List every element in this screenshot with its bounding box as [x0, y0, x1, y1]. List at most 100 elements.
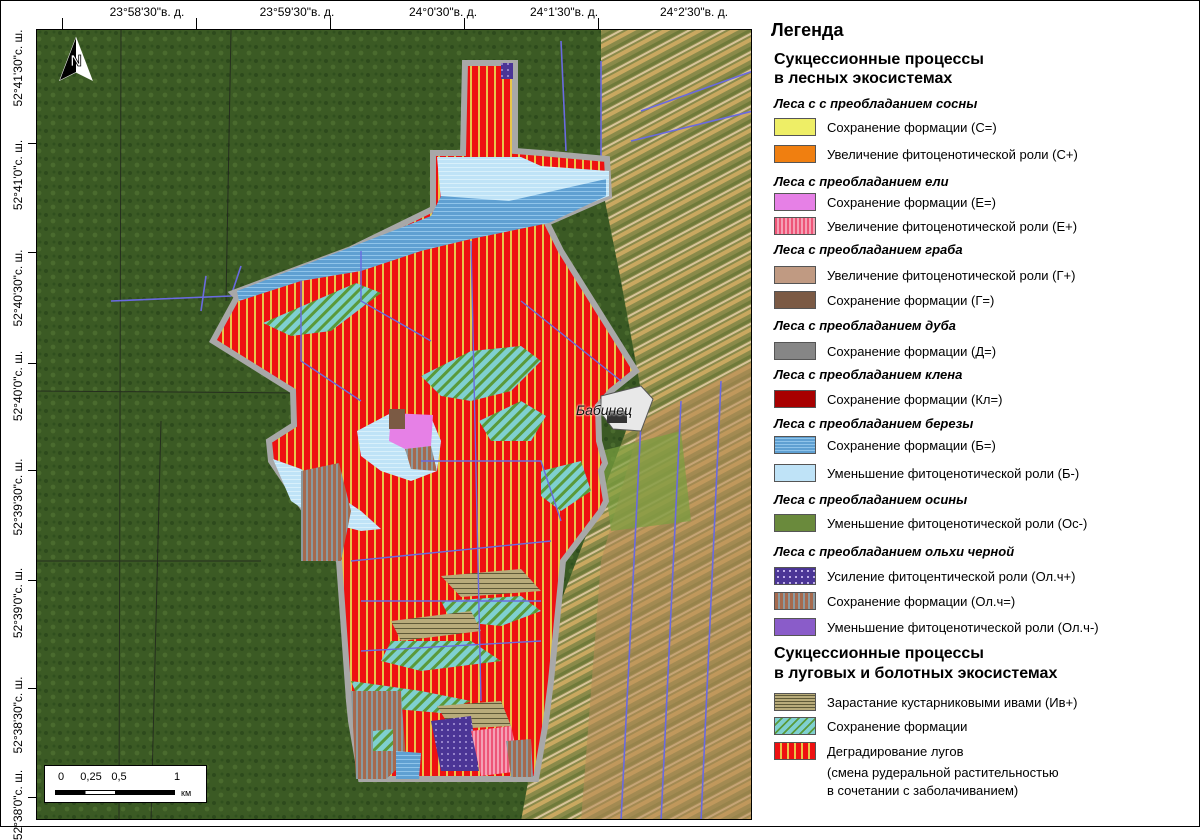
longitude-tick-label: 24°1'30"в. д.	[529, 5, 599, 19]
legend-item: Деградирование лугов	[774, 742, 1194, 764]
longitude-tick-label: 24°2'30"в. д.	[659, 5, 729, 19]
scale-bar-graphic	[55, 790, 175, 795]
legend-item-label: Сохранение формации (Ол.ч=)	[827, 594, 1016, 609]
longitude-tick-label: 23°58'30"в. д.	[109, 5, 185, 19]
longitude-tick	[464, 18, 465, 29]
legend-item-label: Усиление фитоцентической роли (Ол.ч+)	[827, 569, 1076, 584]
north-arrow-icon: N	[59, 36, 93, 82]
legend-swatch	[774, 592, 816, 610]
legend-item: Сохранение формации (Е=)	[774, 193, 1194, 215]
latitude-tick	[28, 580, 36, 581]
legend-swatch	[774, 717, 816, 735]
legend-swatch	[774, 464, 816, 482]
legend-group-title: Леса с с преобладанием сосны	[774, 96, 978, 111]
legend-item-note: (смена рудеральной растительностью	[827, 765, 1059, 780]
longitude-tick	[62, 18, 63, 29]
latitude-tick	[28, 363, 36, 364]
legend-item-label: Увеличение фитоценотической роли (С+)	[827, 147, 1078, 162]
legend-item-label: Сохранение формации (С=)	[827, 120, 997, 135]
legend-item-label: Увеличение фитоценотической роли (Г+)	[827, 268, 1076, 283]
legend-item: Уменьшение фитоценотической роли (Ос-)	[774, 514, 1194, 536]
forest-section-title: Сукцессионные процессы	[774, 51, 984, 68]
legend-swatch	[774, 514, 816, 532]
latitude-tick-label: 52°38'30"с. ш.	[11, 676, 25, 754]
latitude-tick-label: 52°41'0"с. ш.	[11, 139, 25, 211]
meadow-section-title-line2: в луговых и болотных экосистемах	[774, 665, 1058, 682]
latitude-tick-label: 52°39'30"с. ш.	[11, 458, 25, 536]
legend-item-label: Увеличение фитоценотической роли (Е+)	[827, 219, 1078, 234]
legend-item: Уменьшение фитоценотической роли (Б-)	[774, 464, 1194, 486]
north-label: N	[70, 53, 82, 70]
legend-group-title: Леса с преобладанием клена	[774, 367, 963, 382]
latitude-tick	[28, 470, 36, 471]
legend-item-label: Деградирование лугов	[827, 744, 964, 759]
legend-item: Зарастание кустарниковыми ивами (Ив+)	[774, 693, 1194, 715]
legend-swatch	[774, 693, 816, 711]
longitude-tick	[598, 18, 599, 29]
latitude-tick-label: 52°40'30"с. ш.	[11, 249, 25, 327]
legend-group-title: Леса с преобладанием ольхи черной	[774, 544, 1015, 559]
longitude-tick	[330, 18, 331, 29]
legend-swatch	[774, 266, 816, 284]
legend-swatch	[774, 118, 816, 136]
legend-item: Увеличение фитоценотической роли (Е+)	[774, 217, 1194, 239]
map-area[interactable]	[36, 29, 752, 820]
legend-swatch	[774, 567, 816, 585]
latitude-tick	[28, 688, 36, 689]
legend-group-title: Леса с преобладанием ели	[774, 174, 949, 189]
legend-item: Сохранение формации (Ол.ч=)	[774, 592, 1194, 614]
scale-label: 0,25	[80, 771, 102, 783]
legend-item: Сохранение формации (Б=)	[774, 436, 1194, 458]
latitude-tick-label: 52°38'0"с. ш.	[11, 769, 25, 840]
legend-swatch	[774, 291, 816, 309]
legend-swatch	[774, 193, 816, 211]
legend-item-label: Сохранение формации (Д=)	[827, 344, 997, 359]
forest-section-title-line2: в лесных экосистемах	[774, 70, 953, 87]
meadow-section-title: Сукцессионные процессы	[774, 645, 984, 662]
legend-item-label: Уменьшение фитоценотической роли (Ол.ч-)	[827, 620, 1099, 635]
legend-item-label: Сохранение формации (Кл=)	[827, 392, 1003, 407]
longitude-tick	[196, 18, 197, 29]
legend-item: Сохранение формации (С=)	[774, 118, 1194, 140]
legend-item: Сохранение формации (Кл=)	[774, 390, 1194, 412]
legend-item-label: Уменьшение фитоценотической роли (Ос-)	[827, 516, 1088, 531]
legend-item-label: Сохранение формации (Б=)	[827, 438, 996, 453]
legend-swatch	[774, 436, 816, 454]
legend-group-title: Леса с преобладанием осины	[774, 492, 968, 507]
latitude-tick-label: 52°41'30"с. ш.	[11, 29, 25, 107]
legend-swatch	[774, 217, 816, 235]
latitude-tick-label: 52°39'0"с. ш.	[11, 567, 25, 639]
legend-group-title: Леса с преобладанием дуба	[774, 318, 956, 333]
scale-label: 1	[173, 771, 181, 783]
legend-item: Сохранение формации	[774, 717, 1194, 739]
legend-item-label: Сохранение формации	[827, 719, 968, 734]
satellite-map	[37, 30, 751, 819]
legend-item: Сохранение формации (Г=)	[774, 291, 1194, 313]
legend-swatch	[774, 742, 816, 760]
place-name-label: Бабинец	[576, 402, 633, 418]
latitude-tick	[28, 252, 36, 253]
legend-item-label: Сохранение формации (Г=)	[827, 293, 995, 308]
legend-swatch	[774, 390, 816, 408]
legend-item: Усиление фитоцентической роли (Ол.ч+)	[774, 567, 1194, 589]
scale-bar: 0 0,25 0,5 1 км	[44, 765, 207, 803]
scale-label: 0	[57, 771, 65, 783]
legend-item-label: Зарастание кустарниковыми ивами (Ив+)	[827, 695, 1078, 710]
legend-group-title: Леса с преобладанием березы	[774, 416, 974, 431]
legend-swatch	[774, 342, 816, 360]
legend-item-label: Уменьшение фитоценотической роли (Б-)	[827, 466, 1080, 481]
legend-group-title: Леса с преобладанием граба	[774, 242, 963, 257]
legend-title: Легенда	[771, 20, 844, 40]
legend-swatch	[774, 618, 816, 636]
scale-label: 0,5	[111, 771, 127, 783]
legend-item-label: Сохранение формации (Е=)	[827, 195, 996, 210]
legend-item: Сохранение формации (Д=)	[774, 342, 1194, 364]
legend-item: Увеличение фитоценотической роли (С+)	[774, 145, 1194, 167]
legend-swatch	[774, 145, 816, 163]
latitude-tick-label: 52°40'0"с. ш.	[11, 350, 25, 422]
legend-item-note: в сочетании с заболачиванием)	[827, 783, 1019, 798]
legend-item: Уменьшение фитоценотической роли (Ол.ч-)	[774, 618, 1194, 640]
scale-unit: км	[181, 788, 192, 798]
latitude-tick	[28, 797, 36, 798]
latitude-tick	[28, 143, 36, 144]
